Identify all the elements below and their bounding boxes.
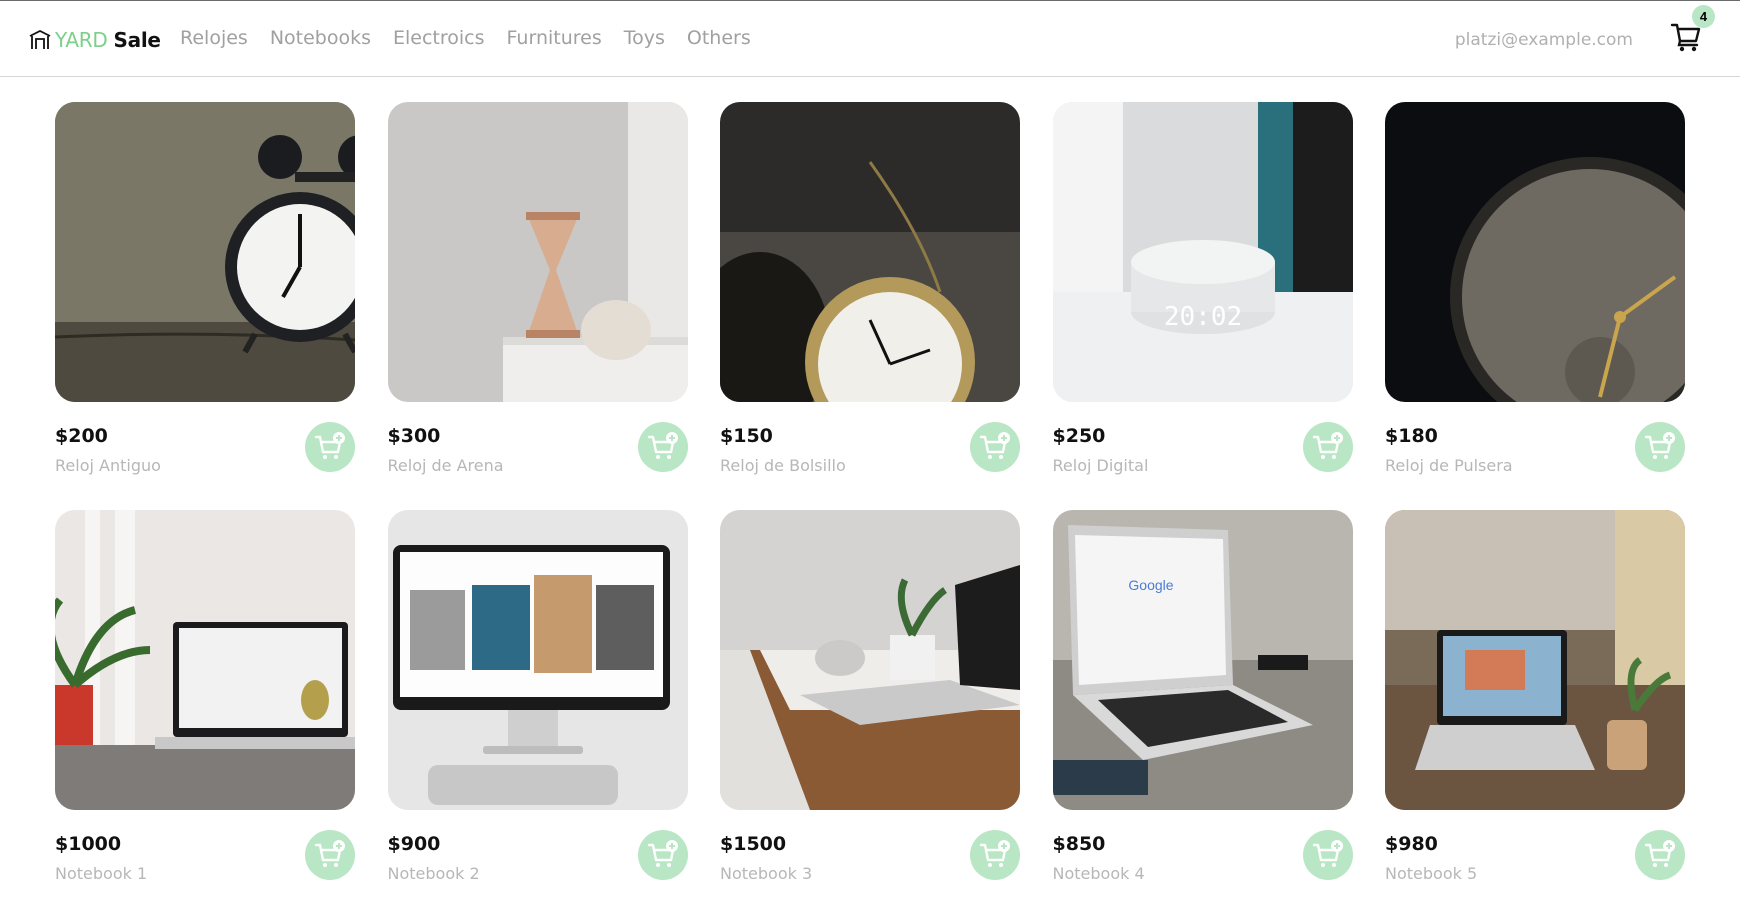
store-icon (29, 29, 51, 49)
product-price: $180 (1385, 425, 1438, 447)
add-to-cart-icon (314, 840, 345, 867)
pocket-watch-illustration (720, 102, 1020, 402)
add-to-cart-icon (979, 432, 1010, 459)
product-price: $150 (720, 425, 773, 447)
product-card: $1500 Notebook 3 (720, 510, 1020, 918)
add-to-cart-icon (647, 840, 678, 867)
product-name: Notebook 2 (387, 864, 480, 883)
product-name: Reloj Digital (1052, 456, 1149, 475)
nav-item-furnitures[interactable]: Furnitures (507, 27, 602, 49)
product-card: 20:02 $250 Reloj Digital (1052, 102, 1353, 510)
add-to-cart-button[interactable] (1635, 830, 1685, 880)
product-name: Notebook 4 (1052, 864, 1145, 883)
product-image-hourglass[interactable] (387, 102, 688, 402)
brand-logo[interactable]: YARD Sale (28, 26, 161, 54)
user-email[interactable]: platzi@example.com (1455, 30, 1633, 50)
cart-button[interactable]: 4 (1668, 5, 1715, 57)
svg-text:Google: Google (1128, 577, 1173, 593)
laptop-desk-illustration (720, 510, 1020, 810)
svg-text:20:02: 20:02 (1163, 302, 1241, 332)
product-card: $900 Notebook 2 (387, 510, 688, 918)
desktop-monitor-illustration (387, 510, 688, 810)
product-name: Reloj de Arena (387, 456, 504, 475)
add-to-cart-button[interactable] (1302, 422, 1353, 472)
product-price: $200 (55, 425, 108, 447)
add-to-cart-button[interactable] (637, 422, 688, 472)
add-to-cart-icon (314, 432, 345, 459)
nav-item-notebooks[interactable]: Notebooks (270, 27, 371, 49)
product-image-alarm-clock[interactable] (55, 102, 355, 402)
brand-sale: Sale (113, 28, 161, 52)
product-grid: $200 Reloj Antiguo $300 Reloj de Arena $… (55, 102, 1685, 918)
product-image-notebook-2[interactable] (387, 510, 688, 810)
product-price: $980 (1385, 833, 1438, 855)
product-name: Reloj de Pulsera (1385, 456, 1513, 475)
product-image-pocket-watch[interactable] (720, 102, 1020, 402)
product-image-notebook-1[interactable] (55, 510, 355, 810)
product-card: Google $850 Notebook 4 (1052, 510, 1353, 918)
add-to-cart-icon (1312, 432, 1343, 459)
product-price: $250 (1052, 425, 1106, 447)
product-image-digital-clock[interactable]: 20:02 (1052, 102, 1353, 402)
product-name: Reloj Antiguo (55, 456, 161, 475)
add-to-cart-icon (1644, 432, 1675, 459)
brand-yard: YARD (55, 28, 108, 52)
product-name: Notebook 1 (55, 864, 148, 883)
add-to-cart-icon (1312, 840, 1343, 867)
add-to-cart-button[interactable] (305, 422, 355, 472)
hourglass-illustration (387, 102, 688, 402)
add-to-cart-icon (1644, 840, 1675, 867)
product-price: $1500 (720, 833, 787, 855)
nav-item-toys[interactable]: Toys (624, 27, 665, 49)
add-to-cart-button[interactable] (970, 830, 1020, 880)
nav-item-electroics[interactable]: Electroics (393, 27, 485, 49)
product-card: $300 Reloj de Arena (387, 102, 688, 510)
wristwatch-illustration (1385, 102, 1685, 402)
digital-clock-illustration: 20:02 (1052, 102, 1353, 402)
product-name: Notebook 3 (720, 864, 813, 883)
laptop-google-illustration: Google (1052, 510, 1353, 810)
product-price: $900 (387, 833, 441, 855)
add-to-cart-button[interactable] (637, 830, 688, 880)
add-to-cart-button[interactable] (1635, 422, 1685, 472)
add-to-cart-icon (647, 432, 678, 459)
top-navbar: YARD Sale Relojes Notebooks Electroics F… (0, 0, 1740, 77)
add-to-cart-icon (979, 840, 1010, 867)
product-image-notebook-3[interactable] (720, 510, 1020, 810)
add-to-cart-button[interactable] (305, 830, 355, 880)
product-card: $1000 Notebook 1 (55, 510, 355, 918)
product-price: $300 (387, 425, 441, 447)
product-price: $850 (1052, 833, 1106, 855)
product-card: $200 Reloj Antiguo (55, 102, 355, 510)
product-card: $980 Notebook 5 (1385, 510, 1685, 918)
category-nav: Relojes Notebooks Electroics Furnitures … (180, 27, 751, 49)
product-card: $180 Reloj de Pulsera (1385, 102, 1685, 510)
product-image-notebook-5[interactable] (1385, 510, 1685, 810)
nav-item-others[interactable]: Others (687, 27, 751, 49)
laptop-plant-illustration (55, 510, 355, 810)
laptop-cafe-illustration (1385, 510, 1685, 810)
product-image-notebook-4[interactable]: Google (1052, 510, 1353, 810)
product-price: $1000 (55, 833, 122, 855)
product-name: Notebook 5 (1385, 864, 1478, 883)
nav-item-relojes[interactable]: Relojes (180, 27, 248, 49)
product-image-wristwatch[interactable] (1385, 102, 1685, 402)
add-to-cart-button[interactable] (970, 422, 1020, 472)
product-card: $150 Reloj de Bolsillo (720, 102, 1020, 510)
brand-name: YARD Sale (55, 28, 161, 52)
alarm-clock-illustration (55, 102, 355, 402)
cart-count-badge: 4 (1692, 5, 1715, 28)
add-to-cart-button[interactable] (1302, 830, 1353, 880)
product-name: Reloj de Bolsillo (720, 456, 846, 475)
